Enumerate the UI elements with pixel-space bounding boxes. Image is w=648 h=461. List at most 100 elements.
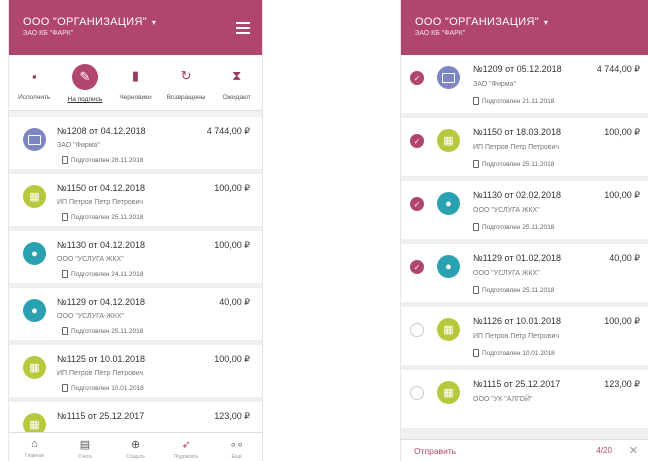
doc-amount: 123,00 ₽ <box>604 379 640 389</box>
list-item[interactable]: ● №1129 от 04.12.2018 40,00 ₽ ООО "УСЛУГ… <box>9 288 262 345</box>
tab-execute[interactable]: ▪ Исполнить <box>9 55 60 110</box>
tab-label: На подпись <box>67 96 103 103</box>
org-selector[interactable]: ООО "ОРГАНИЗАЦИЯ" ▾ <box>415 16 636 28</box>
nav-accounts[interactable]: ▤ Счета <box>60 433 111 461</box>
doc-status: Подготовлен 28.11.2018 <box>62 156 143 164</box>
doc-status: Подготовлен 10.01.2018 <box>62 384 144 392</box>
doc-amount: 100,00 ₽ <box>604 127 640 137</box>
doc-org: ИП Петров Пётр Петрович <box>57 370 144 377</box>
list-item[interactable]: ▦ №1125 от 10.01.2018 100,00 ₽ ИП Петров… <box>9 345 262 402</box>
checkbox-checked[interactable]: ✓ <box>410 197 424 211</box>
list-item[interactable]: №1208 от 04.12.2018 4 744,00 ₽ ЗАО "Фирм… <box>9 117 262 174</box>
doc-status: Подготовлен 24.11.2018 <box>62 270 143 278</box>
list-item[interactable]: ✓ ● №1129 от 01.02.2018 40,00 ₽ ООО "УСЛ… <box>401 244 648 307</box>
add-icon: ⊕ <box>130 439 141 451</box>
org-subtitle: ЗАО КБ "ФАРК" <box>415 30 466 37</box>
close-icon[interactable]: ✕ <box>629 444 638 457</box>
tab-label: Ожидают <box>222 94 251 101</box>
list-item[interactable]: ▦ №1126 от 10.01.2018 100,00 ₽ ИП Петров… <box>401 307 648 370</box>
doc-status-text: Подготовлен 10.01.2018 <box>71 384 144 392</box>
card-icon <box>23 128 46 151</box>
send-button[interactable]: Отправить <box>414 446 456 456</box>
document-icon <box>62 270 68 278</box>
doc-amount: 100,00 ₽ <box>604 316 640 326</box>
checkbox-unchecked[interactable] <box>410 323 424 337</box>
doc-title: №1150 от 18.03.2018 <box>473 127 561 137</box>
list-item[interactable]: ✓ ● №1130 от 02.02.2018 100,00 ₽ ООО "УС… <box>401 181 648 244</box>
doc-status-text: Подготовлен 25.11.2018 <box>482 160 555 168</box>
building-icon: ▦ <box>23 185 46 208</box>
document-icon <box>62 384 68 392</box>
list-item[interactable]: ✓ №1209 от 05.12.2018 4 744,00 ₽ ЗАО "Фи… <box>401 55 648 118</box>
tab-waiting[interactable]: ⧗ Ожидают <box>211 55 262 110</box>
checkbox-checked[interactable]: ✓ <box>410 260 424 274</box>
tab-drafts[interactable]: ▮ Черновики <box>110 55 161 110</box>
checkbox-checked[interactable]: ✓ <box>410 134 424 148</box>
drop-icon: ● <box>437 192 460 215</box>
send-icon: ➶ <box>181 439 191 451</box>
doc-title: №1208 от 04.12.2018 <box>57 126 146 136</box>
nav-sign[interactable]: ➶ Подписать <box>161 433 212 461</box>
doc-org: ИП Петров Петр Петрович <box>57 199 144 206</box>
home-icon: ⌂ <box>30 438 38 450</box>
nav-label: Создать <box>125 454 145 460</box>
doc-icon: ▤ <box>79 439 91 451</box>
doc-amount: 100,00 ₽ <box>214 240 250 250</box>
document-icon <box>473 349 479 357</box>
building-icon: ▦ <box>437 381 460 404</box>
doc-amount: 4 744,00 ₽ <box>596 64 640 74</box>
doc-org: ИП Петров Петр Петрович <box>473 333 560 340</box>
doc-title: №1209 от 05.12.2018 <box>473 64 562 74</box>
doc-title: №1129 от 04.12.2018 <box>57 297 145 307</box>
doc-title: №1130 от 02.02.2018 <box>473 190 561 200</box>
org-name: ООО "ОРГАНИЗАЦИЯ" <box>23 16 147 28</box>
tab-returned[interactable]: ↻ Возвращены <box>161 55 212 110</box>
app-header: ООО "ОРГАНИЗАЦИЯ" ▾ ЗАО КБ "ФАРК" <box>9 0 262 55</box>
doc-amount: 4 744,00 ₽ <box>206 126 250 136</box>
app-header: ООО "ОРГАНИЗАЦИЯ" ▾ ЗАО КБ "ФАРК" <box>401 0 648 55</box>
tab-label: Возвращены <box>166 94 206 101</box>
checkbox-checked[interactable]: ✓ <box>410 71 424 85</box>
doc-status-text: Подготовлен 25.11.2018 <box>71 213 144 221</box>
doc-status-text: Подготовлен 10.01.2018 <box>482 349 555 357</box>
doc-org: ЗАО "Фирма" <box>473 81 516 88</box>
org-name: ООО "ОРГАНИЗАЦИЯ" <box>415 16 539 28</box>
doc-status: Подготовлен 10.01.2018 <box>473 349 555 357</box>
nav-create[interactable]: ⊕ Создать <box>110 433 161 461</box>
doc-status-text: Подготовлен 25.11.2018 <box>482 286 555 294</box>
list-item[interactable]: ▦ №1115 от 25.12.2017 123,00 ₽ ООО "УК "… <box>401 370 648 433</box>
checkbox-unchecked[interactable] <box>410 386 424 400</box>
nav-label: Счета <box>77 454 92 460</box>
list-item[interactable]: ▦ №1150 от 04.12.2018 100,00 ₽ ИП Петров… <box>9 174 262 231</box>
status-tabs: ▪ Исполнить ✎ На подпись ▮ Черновики ↻ В… <box>9 55 262 111</box>
selection-counter: 4/20 <box>596 446 612 455</box>
org-selector[interactable]: ООО "ОРГАНИЗАЦИЯ" ▾ <box>23 16 250 28</box>
list-item[interactable]: ● №1130 от 04.12.2018 100,00 ₽ ООО "УСЛУ… <box>9 231 262 288</box>
doc-title: №1115 от 25.12.2017 <box>473 379 561 389</box>
return-icon: ↻ <box>180 68 192 83</box>
nav-more[interactable]: ∘∘ Ещё <box>211 433 262 461</box>
document-icon <box>62 213 68 221</box>
list-item[interactable]: ✓ ▦ №1150 от 18.03.2018 100,00 ₽ ИП Петр… <box>401 118 648 181</box>
tab-label: Исполнить <box>18 94 51 101</box>
doc-title: №1115 от 25.12.2017 <box>57 411 145 421</box>
doc-org: ООО "УСЛУГА ЖКХ" <box>473 270 540 277</box>
doc-title: №1125 от 10.01.2018 <box>57 354 145 364</box>
doc-amount: 40,00 ₽ <box>609 253 640 263</box>
doc-status: Подготовлен 25.11.2018 <box>473 160 554 168</box>
doc-title: №1130 от 04.12.2018 <box>57 240 145 250</box>
card-icon <box>437 66 460 89</box>
drop-icon: ● <box>23 242 46 265</box>
doc-org: ООО "УК "АЛГОЙ" <box>473 396 533 403</box>
nav-label: Подписать <box>173 454 199 460</box>
chevron-down-icon: ▾ <box>151 17 157 27</box>
left-screen: ООО "ОРГАНИЗАЦИЯ" ▾ ЗАО КБ "ФАРК" ▪ Испо… <box>9 0 262 461</box>
drop-icon: ● <box>23 299 46 322</box>
doc-org: ООО "УСЛУГА ЖКХ" <box>57 256 124 263</box>
nav-home[interactable]: ⌂ Главная <box>9 433 60 461</box>
building-icon: ▦ <box>437 129 460 152</box>
hourglass-icon: ⧗ <box>232 68 242 83</box>
filter-icon[interactable] <box>236 22 250 34</box>
doc-amount: 40,00 ₽ <box>219 297 250 307</box>
tab-to-sign[interactable]: ✎ На подпись <box>60 55 111 110</box>
